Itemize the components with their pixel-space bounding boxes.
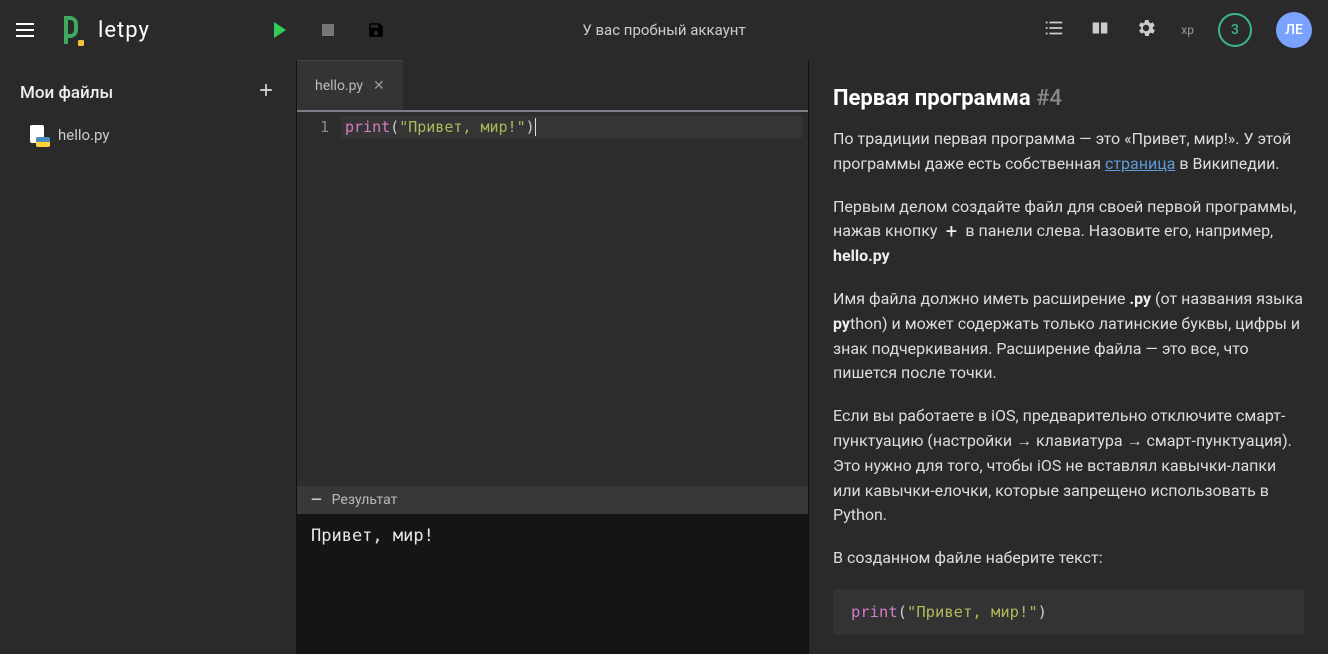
- code-line: print("Привет, мир!"): [341, 116, 802, 138]
- lesson-paragraph: Имя файла должно иметь расширение .py (о…: [833, 287, 1304, 386]
- add-file-button[interactable]: [256, 80, 276, 105]
- brand-name: letpy: [98, 18, 150, 43]
- lesson-paragraph: В созданном файле наберите текст:: [833, 546, 1304, 571]
- lesson-paragraph: Если вы работаете в iOS, предварительно …: [833, 404, 1304, 528]
- file-sidebar: Мои файлы hello.py: [0, 60, 296, 654]
- stop-icon: [322, 24, 334, 36]
- main-area: Мои файлы hello.py hello.py ✕ 1 print("П…: [0, 60, 1328, 654]
- plus-icon: [256, 80, 276, 100]
- user-avatar[interactable]: ЛЕ: [1276, 12, 1312, 48]
- lesson-paragraph: Первым делом создайте файл для своей пер…: [833, 195, 1304, 269]
- lesson-title: Первая программа #4: [833, 86, 1304, 111]
- run-controls: [270, 20, 386, 40]
- settings-button[interactable]: [1135, 17, 1157, 43]
- menu-button[interactable]: [16, 18, 40, 42]
- wikipedia-link[interactable]: страница: [1105, 154, 1175, 173]
- stop-button[interactable]: [318, 20, 338, 40]
- lesson-panel: Первая программа #4 По традиции первая п…: [808, 60, 1328, 654]
- book-icon: [1089, 17, 1111, 39]
- code-editor[interactable]: 1 print("Привет, мир!"): [297, 110, 808, 486]
- tab-label: hello.py: [315, 78, 363, 94]
- header-right: xp 3 ЛЕ: [1043, 12, 1312, 48]
- result-collapse-button[interactable]: —: [311, 492, 322, 508]
- result-header: — Результат: [297, 486, 808, 514]
- lesson-paragraph: По традиции первая программа — это «Прив…: [833, 127, 1304, 177]
- account-status: У вас пробный аккаунт: [582, 21, 745, 39]
- tab-close-button[interactable]: ✕: [373, 78, 385, 94]
- toc-button[interactable]: [1043, 17, 1065, 43]
- run-button[interactable]: [270, 20, 290, 40]
- editor-tab[interactable]: hello.py ✕: [297, 60, 403, 110]
- sidebar-title: Мои файлы: [20, 83, 113, 103]
- gear-icon: [1135, 17, 1157, 39]
- python-file-icon: [28, 125, 48, 145]
- editor-area: hello.py ✕ 1 print("Привет, мир!") — Рез…: [296, 60, 808, 654]
- editor-tabs: hello.py ✕: [297, 60, 808, 110]
- file-item[interactable]: hello.py: [0, 117, 296, 153]
- result-output: Привет, мир!: [297, 514, 808, 654]
- xp-label: xp: [1181, 23, 1194, 37]
- result-label: Результат: [332, 492, 398, 508]
- app-header: letpy У вас пробный аккаунт xp 3 ЛЕ: [0, 0, 1328, 60]
- play-icon: [274, 22, 286, 38]
- lessons-button[interactable]: [1089, 17, 1111, 43]
- sidebar-header: Мои файлы: [0, 72, 296, 117]
- plus-icon: +: [941, 221, 961, 241]
- lesson-step-number: #4: [1036, 86, 1062, 111]
- save-icon: [367, 21, 385, 39]
- lesson-code-block: print("Привет, мир!"): [833, 589, 1304, 635]
- save-button[interactable]: [366, 20, 386, 40]
- file-name: hello.py: [58, 126, 109, 144]
- xp-badge[interactable]: 3: [1218, 13, 1252, 47]
- list-icon: [1043, 17, 1065, 39]
- code-content[interactable]: print("Привет, мир!"): [337, 112, 808, 486]
- brand-logo-icon: [64, 16, 86, 44]
- line-gutter: 1: [297, 112, 337, 486]
- line-number: 1: [297, 116, 329, 138]
- brand-logo[interactable]: letpy: [64, 16, 150, 44]
